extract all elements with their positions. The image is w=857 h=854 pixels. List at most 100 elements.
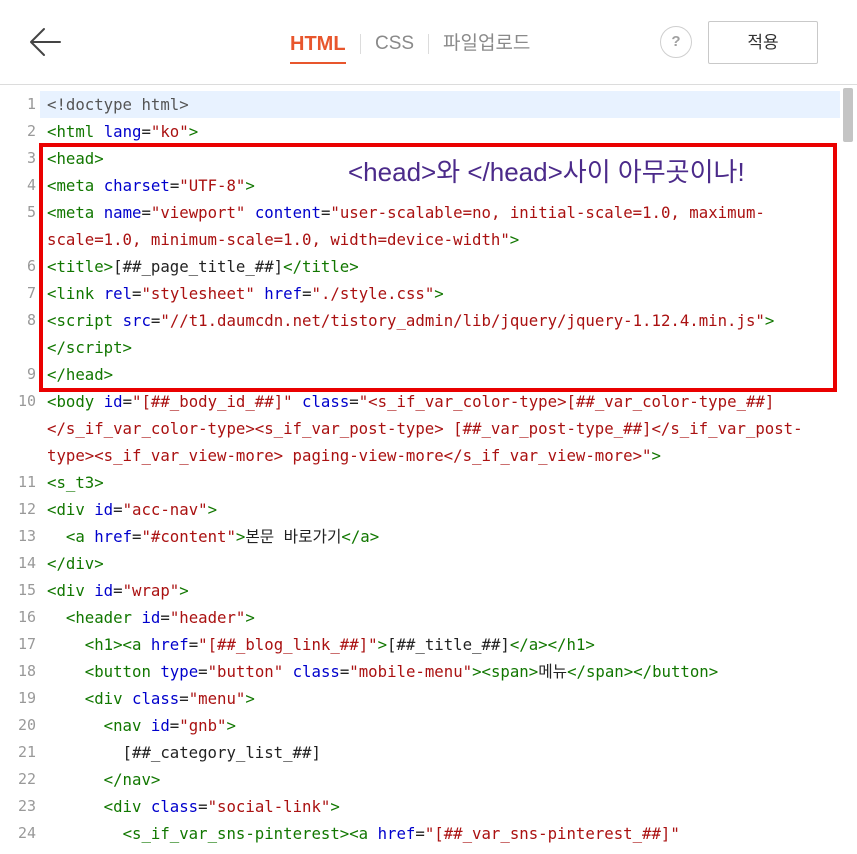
line-content[interactable]: <body id="[##_body_id_##]" class="<s_if_… <box>40 388 840 469</box>
code-row[interactable]: <div id="acc-nav"> <box>40 496 840 523</box>
code-row[interactable]: </head> <box>40 361 840 388</box>
code-line[interactable]: 13 <a href="#content">본문 바로가기</a> <box>0 523 840 550</box>
line-content[interactable]: <link rel="stylesheet" href="./style.css… <box>40 280 840 307</box>
code-line[interactable]: 2 <html lang="ko"> <box>0 118 840 145</box>
code-line[interactable]: 20 <nav id="gnb"> <box>0 712 840 739</box>
apply-button[interactable]: 적용 <box>708 21 818 64</box>
code-row[interactable]: <nav id="gnb"> <box>40 712 840 739</box>
code-row[interactable]: <body id="[##_body_id_##]" class="<s_if_… <box>40 388 840 415</box>
code-line[interactable]: 5 <meta name="viewport" content="user-sca… <box>0 199 840 253</box>
help-button[interactable]: ? <box>660 26 692 58</box>
code-row[interactable]: <!doctype html> <box>40 91 840 118</box>
line-content[interactable]: </div> <box>40 550 840 577</box>
line-content[interactable]: <meta name="viewport" content="user-scal… <box>40 199 840 253</box>
code-line[interactable]: 6 <title>[##_page_title_##]</title> <box>0 253 840 280</box>
code-line[interactable]: 21 [##_category_list_##] <box>0 739 840 766</box>
code-area[interactable]: 1 <!doctype html> 2 <html lang="ko"> 3 <head>… <box>0 91 840 847</box>
code-line[interactable]: 7 <link rel="stylesheet" href="./style.cs… <box>0 280 840 307</box>
code-row[interactable]: <h1><a href="[##_blog_link_##]">[##_titl… <box>40 631 840 658</box>
code-line[interactable]: 4 <meta charset="UTF-8"> <box>0 172 840 199</box>
attribute-name-token: charset <box>103 176 170 195</box>
line-content[interactable]: <s_t3> <box>40 469 840 496</box>
code-row[interactable]: <a href="#content">본문 바로가기</a> <box>40 523 840 550</box>
code-row[interactable]: <header id="header"> <box>40 604 840 631</box>
attribute-value-token: "[##_var_sns-pinterest_##]" <box>424 824 680 843</box>
code-row[interactable]: <s_t3> <box>40 469 840 496</box>
html-tag-token: > <box>235 527 246 546</box>
line-content[interactable]: <h1><a href="[##_blog_link_##]">[##_titl… <box>40 631 840 658</box>
code-row[interactable]: </script> <box>40 334 840 361</box>
line-content[interactable]: <script src="//t1.daumcdn.net/tistory_ad… <box>40 307 840 361</box>
code-line[interactable]: 1 <!doctype html> <box>0 91 840 118</box>
code-line[interactable]: 16 <header id="header"> <box>0 604 840 631</box>
line-content[interactable]: <title>[##_page_title_##]</title> <box>40 253 840 280</box>
line-content[interactable]: <s_if_var_sns-pinterest><a href="[##_var… <box>40 820 840 847</box>
code-line[interactable]: 12 <div id="acc-nav"> <box>0 496 840 523</box>
code-row[interactable]: scale=1.0, minimum-scale=1.0, width=devi… <box>40 226 840 253</box>
line-content[interactable]: <div id="acc-nav"> <box>40 496 840 523</box>
line-number: 2 <box>26 122 36 140</box>
line-content[interactable]: <div id="wrap"> <box>40 577 840 604</box>
code-row[interactable]: <div class="menu"> <box>40 685 840 712</box>
line-content[interactable]: <head> <box>40 145 840 172</box>
editor-scrollbar-thumb[interactable] <box>843 88 853 142</box>
code-line[interactable]: 9 </head> <box>0 361 840 388</box>
code-line[interactable]: 23 <div class="social-link"> <box>0 793 840 820</box>
line-content[interactable]: <a href="#content">본문 바로가기</a> <box>40 523 840 550</box>
line-content[interactable]: <div class="menu"> <box>40 685 840 712</box>
code-row[interactable]: <script src="//t1.daumcdn.net/tistory_ad… <box>40 307 840 334</box>
code-row[interactable]: </div> <box>40 550 840 577</box>
code-row[interactable]: <div class="social-link"> <box>40 793 840 820</box>
code-line[interactable]: 18 <button type="button" class="mobile-m… <box>0 658 840 685</box>
code-line[interactable]: 10 <body id="[##_body_id_##]" class="<s_i… <box>0 388 840 469</box>
code-line[interactable]: 11 <s_t3> <box>0 469 840 496</box>
code-row[interactable]: </nav> <box>40 766 840 793</box>
line-number: 7 <box>26 284 36 302</box>
code-line[interactable]: 24 <s_if_var_sns-pinterest><a href="[##_… <box>0 820 840 847</box>
code-row[interactable]: <html lang="ko"> <box>40 118 840 145</box>
line-content[interactable]: </nav> <box>40 766 840 793</box>
code-row[interactable]: <meta name="viewport" content="user-scal… <box>40 199 840 226</box>
code-row[interactable]: </s_if_var_color-type><s_if_var_post-typ… <box>40 415 840 442</box>
line-number: 11 <box>17 473 36 491</box>
code-line[interactable]: 15 <div id="wrap"> <box>0 577 840 604</box>
code-line[interactable]: 14 </div> <box>0 550 840 577</box>
code-row[interactable]: <div id="wrap"> <box>40 577 840 604</box>
code-row[interactable]: <s_if_var_sns-pinterest><a href="[##_var… <box>40 820 840 847</box>
tab-html[interactable]: HTML <box>290 30 346 64</box>
html-tag-token: > <box>509 230 520 249</box>
code-row[interactable]: <button type="button" class="mobile-menu… <box>40 658 840 685</box>
tab-css[interactable]: CSS <box>375 30 414 58</box>
attribute-value-token: "./style.css" <box>311 284 435 303</box>
line-number: 22 <box>17 770 36 788</box>
line-content[interactable]: <html lang="ko"> <box>40 118 840 145</box>
code-line[interactable]: 22 </nav> <box>0 766 840 793</box>
code-row[interactable]: [##_category_list_##] <box>40 739 840 766</box>
code-row[interactable]: <link rel="stylesheet" href="./style.css… <box>40 280 840 307</box>
line-content[interactable]: <button type="button" class="mobile-menu… <box>40 658 840 685</box>
line-content[interactable]: </head> <box>40 361 840 388</box>
line-content[interactable]: <meta charset="UTF-8"> <box>40 172 840 199</box>
code-editor[interactable]: 1 <!doctype html> 2 <html lang="ko"> 3 <head>… <box>0 85 857 854</box>
code-line[interactable]: 19 <div class="menu"> <box>0 685 840 712</box>
line-content[interactable]: [##_category_list_##] <box>40 739 840 766</box>
line-content[interactable]: <header id="header"> <box>40 604 840 631</box>
editor-scrollbar[interactable] <box>841 85 855 854</box>
code-row[interactable]: type><s_if_var_view-more> paging-view-mo… <box>40 442 840 469</box>
code-row[interactable]: <title>[##_page_title_##]</title> <box>40 253 840 280</box>
code-row[interactable]: <meta charset="UTF-8"> <box>40 172 840 199</box>
line-content[interactable]: <div class="social-link"> <box>40 793 840 820</box>
code-row[interactable]: <head> <box>40 145 840 172</box>
tab-file-upload[interactable]: 파일업로드 <box>443 30 530 58</box>
code-line[interactable]: 3 <head> <box>0 145 840 172</box>
code-line[interactable]: 8 <script src="//t1.daumcdn.net/tistory_a… <box>0 307 840 361</box>
back-button[interactable] <box>24 22 68 62</box>
attribute-name-token: id <box>103 392 123 411</box>
line-content[interactable]: <nav id="gnb"> <box>40 712 840 739</box>
line-content[interactable]: <!doctype html> <box>40 91 840 118</box>
code-line[interactable]: 17 <h1><a href="[##_blog_link_##]">[##_t… <box>0 631 840 658</box>
tab-separator <box>428 34 429 54</box>
